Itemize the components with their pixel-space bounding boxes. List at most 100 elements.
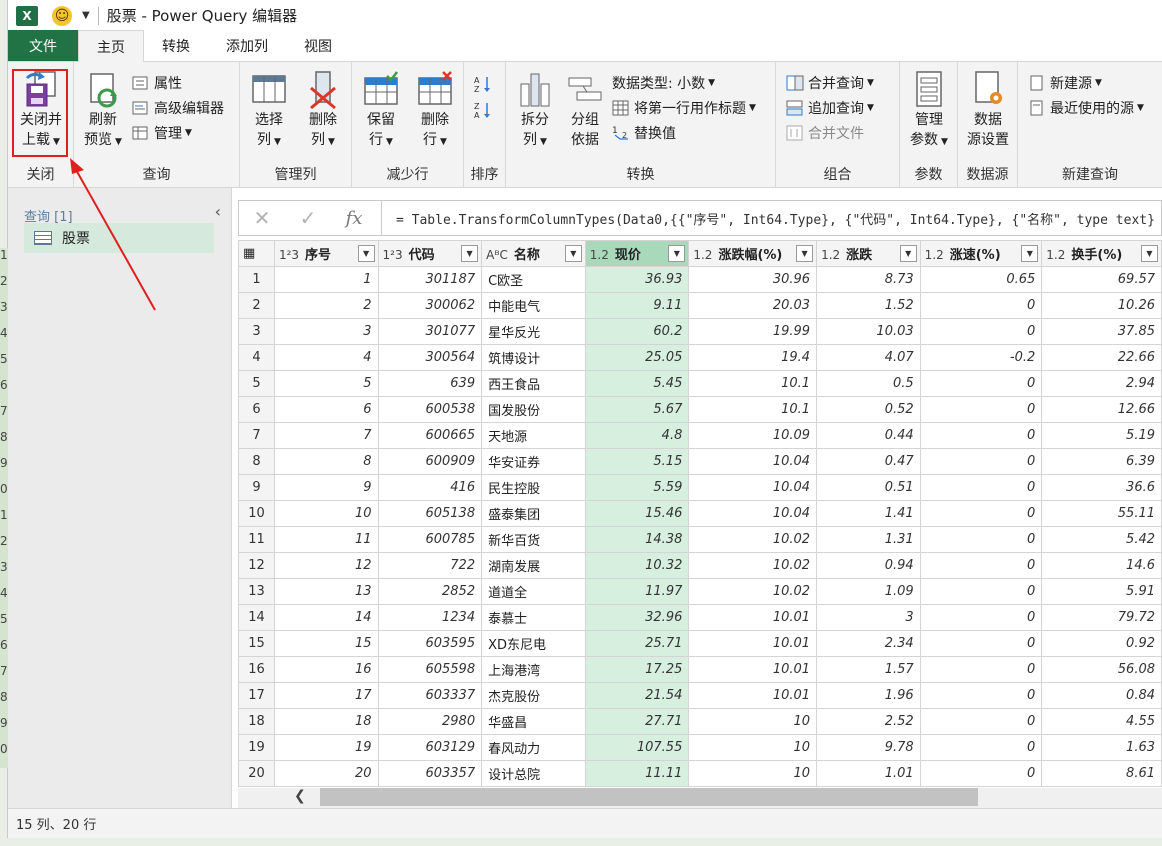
table-cell[interactable]: 25.71: [584, 630, 690, 657]
column-header[interactable]: 1.2 涨速(%) ▼: [919, 240, 1043, 267]
table-cell[interactable]: 10.1: [688, 370, 818, 397]
table-cell[interactable]: 0.94: [816, 552, 921, 579]
table-cell[interactable]: 10.04: [688, 448, 818, 475]
table-cell[interactable]: 8.73: [816, 266, 921, 293]
group-by-button[interactable]: 分组 依据: [558, 70, 612, 150]
table-cell[interactable]: 5.42: [1041, 526, 1162, 553]
table-cell[interactable]: 20.03: [688, 292, 818, 319]
column-header[interactable]: 1.2 换手(%) ▼: [1041, 240, 1162, 267]
table-cell[interactable]: 新华百货: [481, 526, 586, 553]
advanced-editor-button[interactable]: 高级编辑器: [132, 97, 224, 119]
table-cell[interactable]: 300564: [377, 344, 483, 371]
table-cell[interactable]: 12.66: [1041, 396, 1162, 423]
table-cell[interactable]: 国发股份: [481, 396, 586, 423]
choose-columns-button[interactable]: 选择 列 ▼: [242, 70, 296, 152]
table-cell[interactable]: 19.4: [688, 344, 818, 371]
table-cell[interactable]: 设计总院: [481, 760, 586, 787]
table-cell[interactable]: 22.66: [1041, 344, 1162, 371]
row-number[interactable]: 9: [238, 474, 275, 501]
scrollbar-thumb[interactable]: [320, 788, 978, 806]
row-number[interactable]: 11: [238, 526, 275, 553]
table-cell[interactable]: 9: [273, 474, 379, 501]
close-and-load-button[interactable]: 关闭并 上载 ▼: [14, 70, 68, 152]
table-cell[interactable]: 56.08: [1041, 656, 1162, 683]
table-cell[interactable]: 4.07: [816, 344, 921, 371]
remove-columns-button[interactable]: 删除 列 ▼: [296, 70, 350, 152]
table-cell[interactable]: 4.55: [1041, 708, 1162, 735]
table-cell[interactable]: 0.52: [816, 396, 921, 423]
table-cell[interactable]: 湖南发展: [481, 552, 586, 579]
table-cell[interactable]: 0: [919, 682, 1043, 709]
table-cell[interactable]: 10: [688, 734, 818, 761]
table-cell[interactable]: 1.57: [816, 656, 921, 683]
new-source-button[interactable]: 新建源 ▼: [1028, 72, 1102, 94]
table-row[interactable]: 11 11 600785 新华百货 14.38 10.02 1.31 0 5.42: [238, 526, 1162, 553]
table-row[interactable]: 5 5 639 西王食品 5.45 10.1 0.5 0 2.94: [238, 370, 1162, 397]
table-cell[interactable]: 600538: [377, 396, 483, 423]
table-cell[interactable]: 5.45: [584, 370, 690, 397]
tab-home[interactable]: 主页: [78, 30, 144, 62]
table-cell[interactable]: 16: [273, 656, 379, 683]
table-cell[interactable]: 55.11: [1041, 500, 1162, 527]
table-cell[interactable]: 星华反光: [481, 318, 586, 345]
manage-query-button[interactable]: 管理 ▼: [132, 122, 192, 144]
table-cell[interactable]: 0.5: [816, 370, 921, 397]
table-cell[interactable]: 5.67: [584, 396, 690, 423]
column-type-icon[interactable]: 1.2: [1046, 248, 1065, 262]
table-cell[interactable]: 36.6: [1041, 474, 1162, 501]
properties-button[interactable]: 属性: [132, 72, 182, 94]
split-column-button[interactable]: 拆分 列 ▼: [508, 70, 562, 152]
row-number[interactable]: 3: [238, 318, 275, 345]
table-row[interactable]: 2 2 300062 中能电气 9.11 20.03 1.52 0 10.26: [238, 292, 1162, 319]
table-cell[interactable]: 0: [919, 734, 1043, 761]
cancel-icon[interactable]: ✕: [239, 201, 285, 235]
remove-rows-button[interactable]: 删除 行 ▼: [408, 70, 462, 152]
table-cell[interactable]: 0.92: [1041, 630, 1162, 657]
table-cell[interactable]: 2.34: [816, 630, 921, 657]
table-cell[interactable]: 722: [377, 552, 483, 579]
table-cell[interactable]: 道道全: [481, 578, 586, 605]
table-cell[interactable]: 79.72: [1041, 604, 1162, 631]
merge-queries-button[interactable]: 合并查询 ▼: [786, 72, 874, 94]
table-cell[interactable]: 3: [816, 604, 921, 631]
row-number[interactable]: 5: [238, 370, 275, 397]
table-cell[interactable]: 32.96: [584, 604, 690, 631]
keep-rows-button[interactable]: 保留 行 ▼: [354, 70, 408, 152]
table-row[interactable]: 20 20 603357 设计总院 11.11 10 1.01 0 8.61: [238, 760, 1162, 787]
table-cell[interactable]: 0: [919, 448, 1043, 475]
row-number[interactable]: 18: [238, 708, 275, 735]
table-cell[interactable]: 中能电气: [481, 292, 586, 319]
table-cell[interactable]: 17.25: [584, 656, 690, 683]
table-cell[interactable]: 1.09: [816, 578, 921, 605]
table-cell[interactable]: 1.41: [816, 500, 921, 527]
row-number[interactable]: 8: [238, 448, 275, 475]
sort-ascending-button[interactable]: AZ: [474, 72, 496, 94]
column-filter-icon[interactable]: ▼: [357, 245, 375, 262]
table-cell[interactable]: 0.47: [816, 448, 921, 475]
table-cell[interactable]: 8: [273, 448, 379, 475]
table-cell[interactable]: 10.01: [688, 656, 818, 683]
table-cell[interactable]: 603595: [377, 630, 483, 657]
column-header[interactable]: 1²3 序号 ▼: [273, 240, 379, 267]
table-row[interactable]: 15 15 603595 XD东尼电 25.71 10.01 2.34 0 0.92: [238, 630, 1162, 657]
table-cell[interactable]: 10.01: [688, 630, 818, 657]
sort-descending-button[interactable]: ZA: [474, 98, 496, 120]
table-cell[interactable]: 17: [273, 682, 379, 709]
column-type-icon[interactable]: 1.2: [925, 248, 944, 262]
table-row[interactable]: 18 18 2980 华盛昌 27.71 10 2.52 0 4.55: [238, 708, 1162, 735]
table-cell[interactable]: 416: [377, 474, 483, 501]
table-cell[interactable]: 600909: [377, 448, 483, 475]
table-row[interactable]: 9 9 416 民生控股 5.59 10.04 0.51 0 36.6: [238, 474, 1162, 501]
table-cell[interactable]: -0.2: [919, 344, 1043, 371]
table-cell[interactable]: 0: [919, 604, 1043, 631]
tab-file[interactable]: 文件: [8, 30, 78, 61]
table-cell[interactable]: 18: [273, 708, 379, 735]
column-filter-icon[interactable]: ▼: [461, 245, 479, 262]
table-cell[interactable]: 春风动力: [481, 734, 586, 761]
table-cell[interactable]: 2980: [377, 708, 483, 735]
row-number[interactable]: 14: [238, 604, 275, 631]
column-type-icon[interactable]: 1²3: [383, 248, 403, 262]
use-first-row-as-headers-button[interactable]: 将第一行用作标题 ▼: [612, 97, 756, 119]
column-filter-icon[interactable]: ▼: [899, 245, 917, 262]
table-cell[interactable]: 600665: [377, 422, 483, 449]
